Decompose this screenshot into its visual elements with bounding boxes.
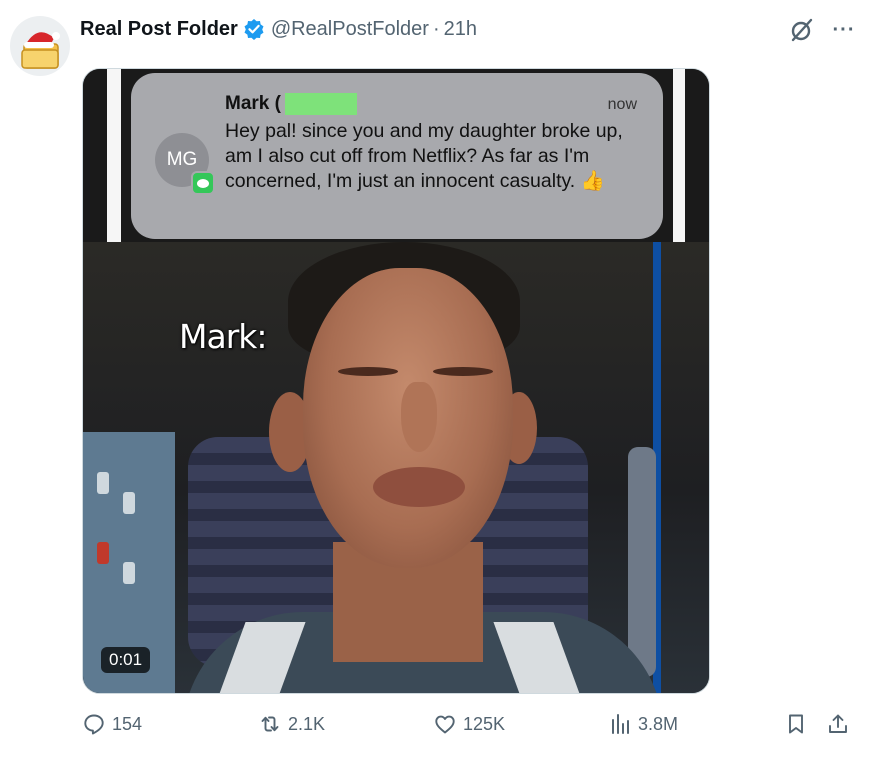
notification-screenshot: MG Mark ( now Hey pal! since you and my … (83, 69, 709, 242)
folder-santa-hat-icon (21, 32, 60, 69)
notification-time: now (607, 96, 637, 113)
panel-knob (123, 492, 135, 514)
post-time[interactable]: 21h (444, 18, 477, 41)
video-timer: 0:01 (101, 647, 151, 673)
notification-sender: Mark ( (225, 93, 281, 114)
reply-count: 154 (112, 713, 143, 734)
panel-knob (97, 542, 109, 564)
person-eye (433, 367, 493, 376)
action-bar: 154 2.1K 125K 3.8M (0, 712, 878, 744)
bookmark-icon (789, 714, 803, 734)
repost-count: 2.1K (288, 713, 326, 734)
share-icon (829, 714, 847, 733)
frame-edge-left (107, 69, 121, 242)
notification-card: MG Mark ( now Hey pal! since you and my … (131, 73, 663, 239)
frame-edge-right (673, 69, 685, 242)
panel-knob (97, 472, 109, 494)
repost-icon (261, 716, 279, 732)
person-nose (401, 382, 437, 452)
like-button[interactable]: 125K (433, 712, 505, 736)
background-seat-post (628, 447, 656, 677)
person-eye (338, 367, 398, 376)
handle[interactable]: @RealPostFolder (271, 18, 429, 41)
like-count: 125K (463, 713, 506, 734)
meme-caption: Mark: (179, 317, 267, 356)
avatar[interactable] (10, 16, 70, 76)
analytics-icon (612, 714, 629, 734)
verified-badge-icon (244, 19, 264, 40)
panel-knob (123, 562, 135, 584)
share-button[interactable] (826, 712, 856, 736)
display-name[interactable]: Real Post Folder (80, 18, 238, 41)
media-video[interactable]: MG Mark ( now Hey pal! since you and my … (82, 68, 710, 694)
reply-icon (84, 714, 104, 735)
bookmark-button[interactable] (784, 712, 814, 736)
redaction-block (285, 93, 357, 115)
repost-button[interactable]: 2.1K (258, 712, 325, 736)
grok-icon[interactable] (788, 16, 816, 44)
more-options-icon[interactable]: ··· (830, 16, 858, 44)
reply-button[interactable]: 154 (82, 712, 142, 736)
heart-icon (435, 715, 455, 734)
person-mouth (373, 467, 465, 507)
notification-message: Hey pal! since you and my daughter broke… (225, 120, 623, 192)
view-count: 3.8M (638, 713, 679, 734)
video-frame: Mark: 0:01 (83, 242, 709, 693)
imessage-icon (191, 171, 215, 195)
post-header: Real Post Folder @RealPostFolder · 21h (80, 14, 477, 44)
separator-dot: · (432, 17, 440, 40)
views-button[interactable]: 3.8M (608, 712, 678, 736)
